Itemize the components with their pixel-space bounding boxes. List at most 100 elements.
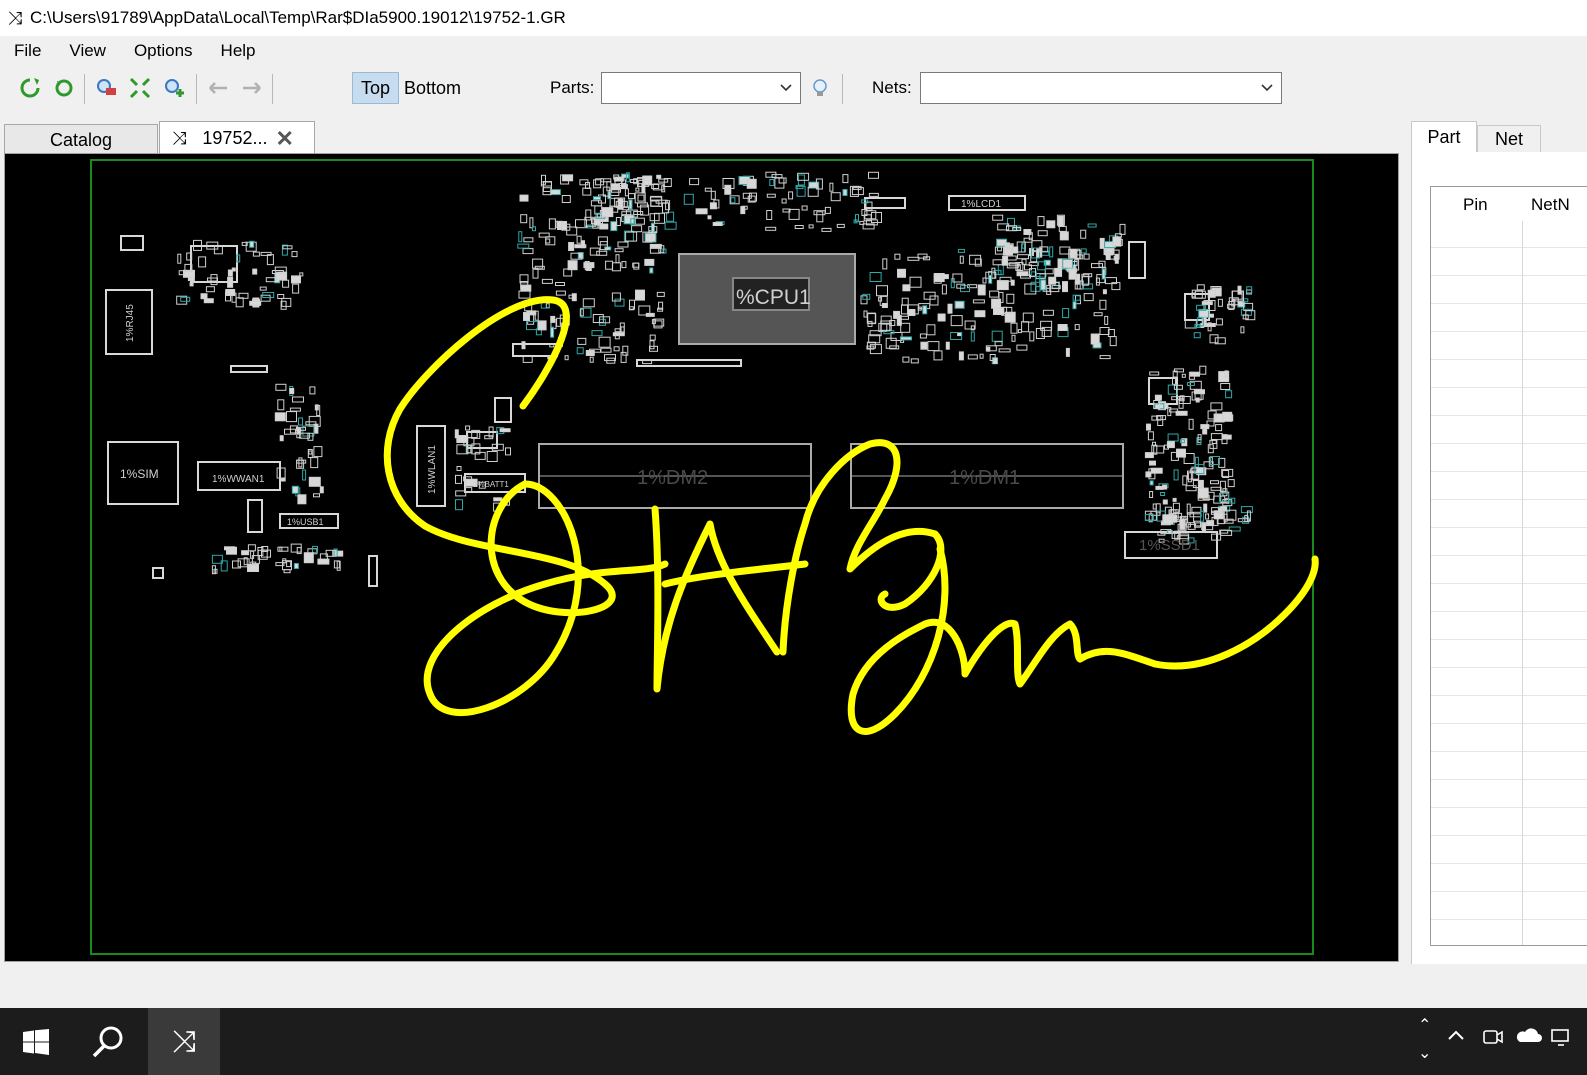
smd-part[interactable] (1207, 289, 1216, 298)
smd-part[interactable] (614, 328, 621, 333)
smd-part[interactable] (1210, 433, 1223, 441)
smd-part[interactable] (869, 272, 882, 282)
smd-part[interactable] (600, 347, 612, 353)
smd-part[interactable] (937, 313, 946, 322)
smd-part[interactable] (296, 459, 307, 464)
smd-part[interactable] (1057, 215, 1064, 227)
smd-part[interactable] (649, 196, 662, 201)
smd-part[interactable] (313, 423, 319, 434)
smd-part[interactable] (1191, 506, 1202, 513)
search-icon[interactable] (72, 1008, 144, 1075)
smd-part[interactable] (628, 199, 633, 210)
smd-part[interactable] (276, 271, 288, 281)
menu-file[interactable]: File (4, 41, 55, 61)
network-icon[interactable] (1550, 1026, 1572, 1053)
smd-part[interactable] (589, 356, 594, 363)
scroll-arrows-icon[interactable]: ⌃ ⌄ (1418, 1012, 1431, 1068)
smd-part[interactable] (227, 269, 233, 277)
smd-part[interactable] (620, 351, 627, 363)
smd-part[interactable] (967, 354, 978, 360)
smd-part[interactable] (797, 172, 810, 181)
smd-part[interactable] (210, 274, 218, 286)
smd-part[interactable] (1046, 220, 1056, 229)
smd-part[interactable] (901, 297, 909, 306)
smd-part[interactable] (291, 251, 298, 258)
smd-part[interactable] (830, 192, 841, 202)
smd-part[interactable] (617, 241, 629, 248)
smd-part[interactable] (996, 280, 1009, 291)
smd-part[interactable] (771, 174, 783, 179)
smd-part[interactable] (291, 275, 301, 284)
smd-part[interactable] (317, 558, 330, 565)
smd-part[interactable] (1002, 255, 1009, 266)
smd-part[interactable] (1182, 475, 1188, 486)
smd-part[interactable] (611, 292, 621, 302)
component[interactable] (120, 235, 144, 251)
smd-part[interactable] (1144, 452, 1154, 459)
component[interactable] (247, 499, 263, 533)
smd-part[interactable] (1210, 486, 1222, 491)
smd-part[interactable] (991, 330, 1003, 342)
smd-part[interactable] (1017, 329, 1022, 334)
smd-part[interactable] (522, 355, 533, 363)
smd-part[interactable] (286, 561, 292, 568)
smd-part[interactable] (801, 205, 808, 211)
smd-part[interactable] (902, 356, 910, 363)
smd-part[interactable] (794, 225, 804, 229)
smd-part[interactable] (1062, 308, 1070, 319)
smd-part[interactable] (1202, 428, 1208, 435)
smd-part[interactable] (571, 293, 577, 302)
smd-part[interactable] (259, 286, 267, 291)
smd-part[interactable] (1215, 318, 1223, 326)
smd-part[interactable] (1062, 258, 1074, 269)
smd-part[interactable] (614, 298, 625, 307)
smd-part[interactable] (836, 223, 845, 228)
smd-part[interactable] (614, 248, 624, 253)
boardviewer-app-icon[interactable]: ⤨ (148, 1008, 220, 1075)
smd-part[interactable] (1029, 331, 1035, 342)
component[interactable] (368, 555, 378, 587)
smd-part[interactable] (1145, 471, 1152, 478)
smd-part[interactable] (537, 320, 547, 331)
smd-part[interactable] (308, 450, 313, 455)
smd-part[interactable] (954, 300, 965, 309)
smd-part[interactable] (959, 255, 964, 264)
smd-part[interactable] (1099, 299, 1107, 310)
smd-part[interactable] (901, 304, 908, 315)
smd-part[interactable] (842, 174, 849, 184)
smd-part[interactable] (972, 299, 985, 304)
column-header-netname[interactable]: NetN (1531, 195, 1570, 215)
smd-part[interactable] (582, 187, 592, 196)
smd-part[interactable] (1190, 371, 1200, 377)
smd-part[interactable] (1187, 472, 1192, 483)
smd-part[interactable] (550, 315, 556, 323)
smd-part[interactable] (1010, 322, 1018, 334)
smd-part[interactable] (957, 332, 963, 337)
smd-part[interactable] (1149, 480, 1154, 486)
smd-part[interactable] (207, 277, 218, 282)
smd-part[interactable] (1011, 334, 1016, 342)
smd-part[interactable] (1185, 485, 1197, 492)
smd-part[interactable] (1112, 236, 1122, 247)
smd-part[interactable] (1057, 324, 1068, 331)
smd-part[interactable] (1099, 355, 1111, 360)
smd-part[interactable] (1006, 293, 1015, 304)
smd-part[interactable] (564, 355, 569, 361)
smd-part[interactable] (180, 296, 191, 302)
smd-part[interactable] (1209, 334, 1219, 344)
smd-part[interactable] (769, 179, 775, 186)
smd-part[interactable] (868, 171, 879, 179)
smd-part[interactable] (293, 563, 299, 569)
smd-part[interactable] (1037, 216, 1045, 227)
smd-part[interactable] (896, 314, 902, 326)
smd-part[interactable] (1147, 431, 1154, 441)
smd-part[interactable] (788, 208, 800, 220)
smd-part[interactable] (882, 258, 888, 270)
smd-part[interactable] (1024, 283, 1037, 295)
smd-part[interactable] (1095, 277, 1100, 286)
smd-part[interactable] (265, 277, 276, 283)
smd-part[interactable] (292, 396, 304, 403)
smd-part[interactable] (277, 399, 285, 411)
smd-part[interactable] (1150, 467, 1163, 474)
smd-part[interactable] (298, 417, 303, 426)
